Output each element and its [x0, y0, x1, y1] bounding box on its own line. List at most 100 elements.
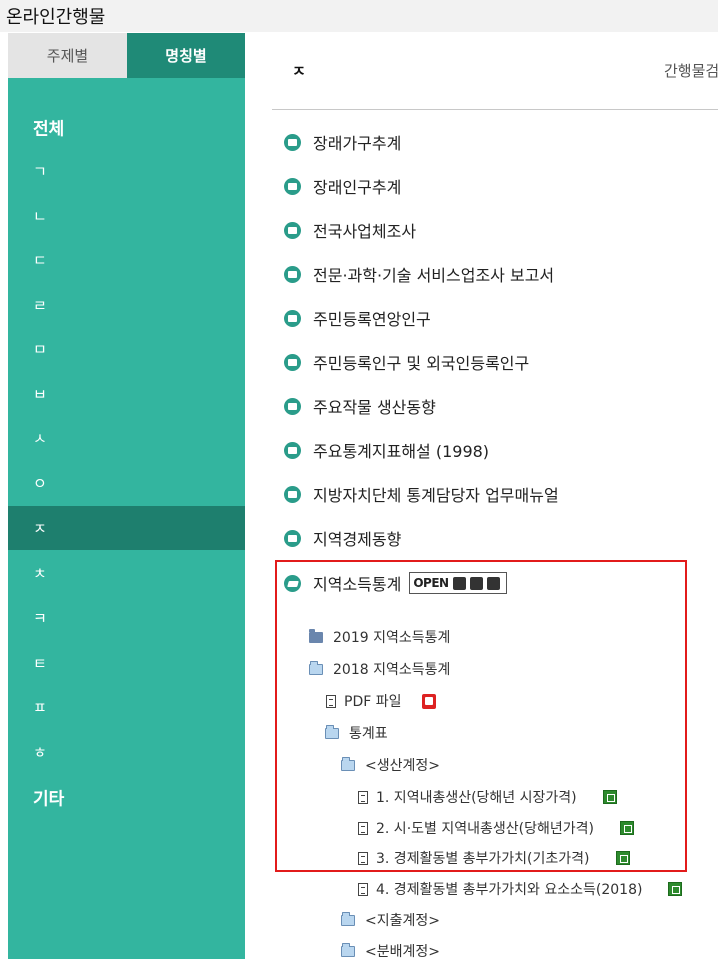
tree-folder-stats[interactable]: 통계표	[325, 721, 388, 745]
publication-item[interactable]: 주요작물 생산동향	[284, 393, 436, 419]
sidebar-item-label: ㄹ	[33, 296, 47, 315]
publication-label: 주요작물 생산동향	[313, 398, 436, 417]
sidebar-item-pieup[interactable]: ㅍ	[8, 685, 245, 729]
sidebar-item-label: ㅅ	[33, 429, 47, 448]
tree-label: 4. 경제활동별 총부가가치와 요소소득(2018)	[376, 882, 643, 898]
excel-icon[interactable]	[602, 790, 617, 804]
sidebar-item-ieung[interactable]: ㅇ	[8, 461, 245, 505]
sidebar-item-label: ㅈ	[33, 519, 47, 538]
sidebar-item-rieul[interactable]: ㄹ	[8, 283, 245, 327]
sidebar-item-label: ㅎ	[33, 743, 47, 762]
sidebar-item-bieup[interactable]: ㅂ	[8, 372, 245, 416]
tree-table-item[interactable]: 3. 경제활동별 총부가가치(기초가격)	[358, 846, 630, 870]
publication-label: 장래인구추계	[313, 178, 402, 197]
tab-by-subject[interactable]: 주제별	[8, 33, 127, 78]
folder-circle-icon	[284, 397, 301, 415]
excel-icon[interactable]	[668, 882, 683, 896]
tree-label: 통계표	[349, 726, 388, 742]
publication-label: 주요통계지표해설 (1998)	[313, 442, 490, 461]
folder-open-icon	[309, 660, 323, 675]
document-icon	[358, 821, 368, 835]
folder-open-icon	[341, 756, 355, 771]
publication-item[interactable]: 지역경제동향	[284, 525, 401, 551]
tree-label: <분배계정>	[365, 944, 440, 959]
tree-label: 2019 지역소득통계	[333, 630, 451, 646]
sidebar-item-siot[interactable]: ㅅ	[8, 416, 245, 460]
folder-circle-icon	[284, 309, 301, 327]
publication-label: 전국사업체조사	[313, 222, 417, 241]
tree-label: 2018 지역소득통계	[333, 662, 451, 678]
license-no-derivatives-icon	[486, 576, 500, 590]
sidebar-item-label: ㄴ	[33, 207, 47, 226]
sidebar-item-label: 전체	[33, 119, 65, 140]
publication-label: 지방자치단체 통계담당자 업무매뉴얼	[313, 486, 559, 505]
tree-label: 2. 시·도별 지역내총생산(당해년가격)	[376, 821, 594, 837]
folder-circle-icon	[284, 529, 301, 547]
tree-folder-production[interactable]: <생산계정>	[341, 753, 440, 777]
tree-table-item[interactable]: 2. 시·도별 지역내총생산(당해년가격)	[358, 816, 634, 840]
sidebar-item-digeut[interactable]: ㄷ	[8, 238, 245, 282]
sidebar-item-label: ㅊ	[33, 564, 47, 583]
folder-icon	[341, 942, 355, 957]
sidebar-item-label: ㅋ	[33, 609, 47, 628]
tree-table-item[interactable]: 4. 경제활동별 총부가가치와 요소소득(2018)	[358, 877, 683, 901]
excel-icon[interactable]	[619, 821, 634, 835]
sidebar-item-all[interactable]: 전체	[8, 105, 245, 149]
sidebar-item-label: ㅇ	[33, 474, 47, 493]
open-badge-text: OPEN	[413, 576, 449, 590]
sidebar-item-kieuk[interactable]: ㅋ	[8, 596, 245, 640]
folder-icon	[309, 628, 323, 643]
list-header: ㅈ 간행물검	[272, 33, 718, 110]
publication-item[interactable]: 주민등록인구 및 외국인등록인구	[284, 349, 529, 375]
tree-table-item[interactable]: 1. 지역내총생산(당해년 시장가격)	[358, 785, 617, 809]
pdf-icon[interactable]	[421, 693, 436, 709]
tree-pdf-file[interactable]: PDF 파일	[326, 689, 436, 713]
sidebar-item-chieut[interactable]: ㅊ	[8, 551, 245, 595]
sidebar-item-mieum[interactable]: ㅁ	[8, 327, 245, 371]
publication-item[interactable]: 장래가구추계	[284, 129, 401, 155]
publication-label: 지역경제동향	[313, 530, 402, 549]
sidebar-item-jieut[interactable]: ㅈ	[8, 506, 245, 550]
tree-label: <지출계정>	[365, 913, 440, 929]
folder-circle-icon	[284, 485, 301, 503]
folder-circle-icon	[284, 353, 301, 371]
tree-folder-2018[interactable]: 2018 지역소득통계	[309, 657, 450, 681]
tree-label: PDF 파일	[344, 694, 402, 710]
publication-label: 주민등록인구 및 외국인등록인구	[313, 354, 530, 373]
publication-item[interactable]: 장래인구추계	[284, 173, 401, 199]
main-content: ㅈ 간행물검 장래가구추계 장래인구추계 전국사업체조사 전문·과학·기술 서비…	[272, 33, 718, 959]
current-letter: ㅈ	[292, 62, 306, 80]
publication-label: 전문·과학·기술 서비스업조사 보고서	[313, 266, 555, 285]
publication-item[interactable]: 주민등록연앙인구	[284, 305, 431, 331]
sidebar: 주제별 명칭별 전체 ㄱ ㄴ ㄷ ㄹ ㅁ ㅂ ㅅ ㅇ ㅈ ㅊ ㅋ ㅌ ㅍ ㅎ 기…	[8, 33, 245, 959]
folder-open-icon	[325, 724, 339, 739]
sidebar-item-label: ㄷ	[33, 251, 47, 270]
folder-open-circle-icon	[284, 574, 301, 592]
tree-folder-2019[interactable]: 2019 지역소득통계	[309, 625, 450, 649]
folder-circle-icon	[284, 133, 301, 151]
sidebar-item-tieut[interactable]: ㅌ	[8, 641, 245, 685]
folder-icon	[341, 911, 355, 926]
publication-item[interactable]: 지방자치단체 통계담당자 업무매뉴얼	[284, 481, 559, 507]
tree-folder-expenditure[interactable]: <지출계정>	[341, 908, 440, 932]
folder-circle-icon	[284, 177, 301, 195]
sidebar-item-hieut[interactable]: ㅎ	[8, 730, 245, 774]
folder-circle-icon	[284, 265, 301, 283]
sidebar-item-giyeok[interactable]: ㄱ	[8, 149, 245, 193]
tab-by-name[interactable]: 명칭별	[127, 33, 245, 78]
tree-folder-distribution[interactable]: <분배계정>	[341, 939, 440, 959]
excel-icon[interactable]	[615, 851, 630, 865]
document-icon	[358, 882, 368, 896]
document-icon	[358, 790, 368, 804]
license-attribution-icon	[452, 576, 466, 590]
document-icon	[358, 851, 368, 865]
publication-item[interactable]: 전국사업체조사	[284, 217, 416, 243]
sidebar-item-label: ㄱ	[33, 162, 47, 181]
publication-item[interactable]: 전문·과학·기술 서비스업조사 보고서	[284, 261, 554, 287]
sidebar-item-other[interactable]: 기타	[8, 775, 245, 819]
publication-item[interactable]: 주요통계지표해설 (1998)	[284, 437, 489, 463]
publication-search-label[interactable]: 간행물검	[664, 60, 718, 81]
sidebar-item-nieun[interactable]: ㄴ	[8, 194, 245, 238]
publication-item-expanded[interactable]: 지역소득통계 OPEN	[284, 570, 508, 596]
publication-label: 장래가구추계	[313, 134, 402, 153]
